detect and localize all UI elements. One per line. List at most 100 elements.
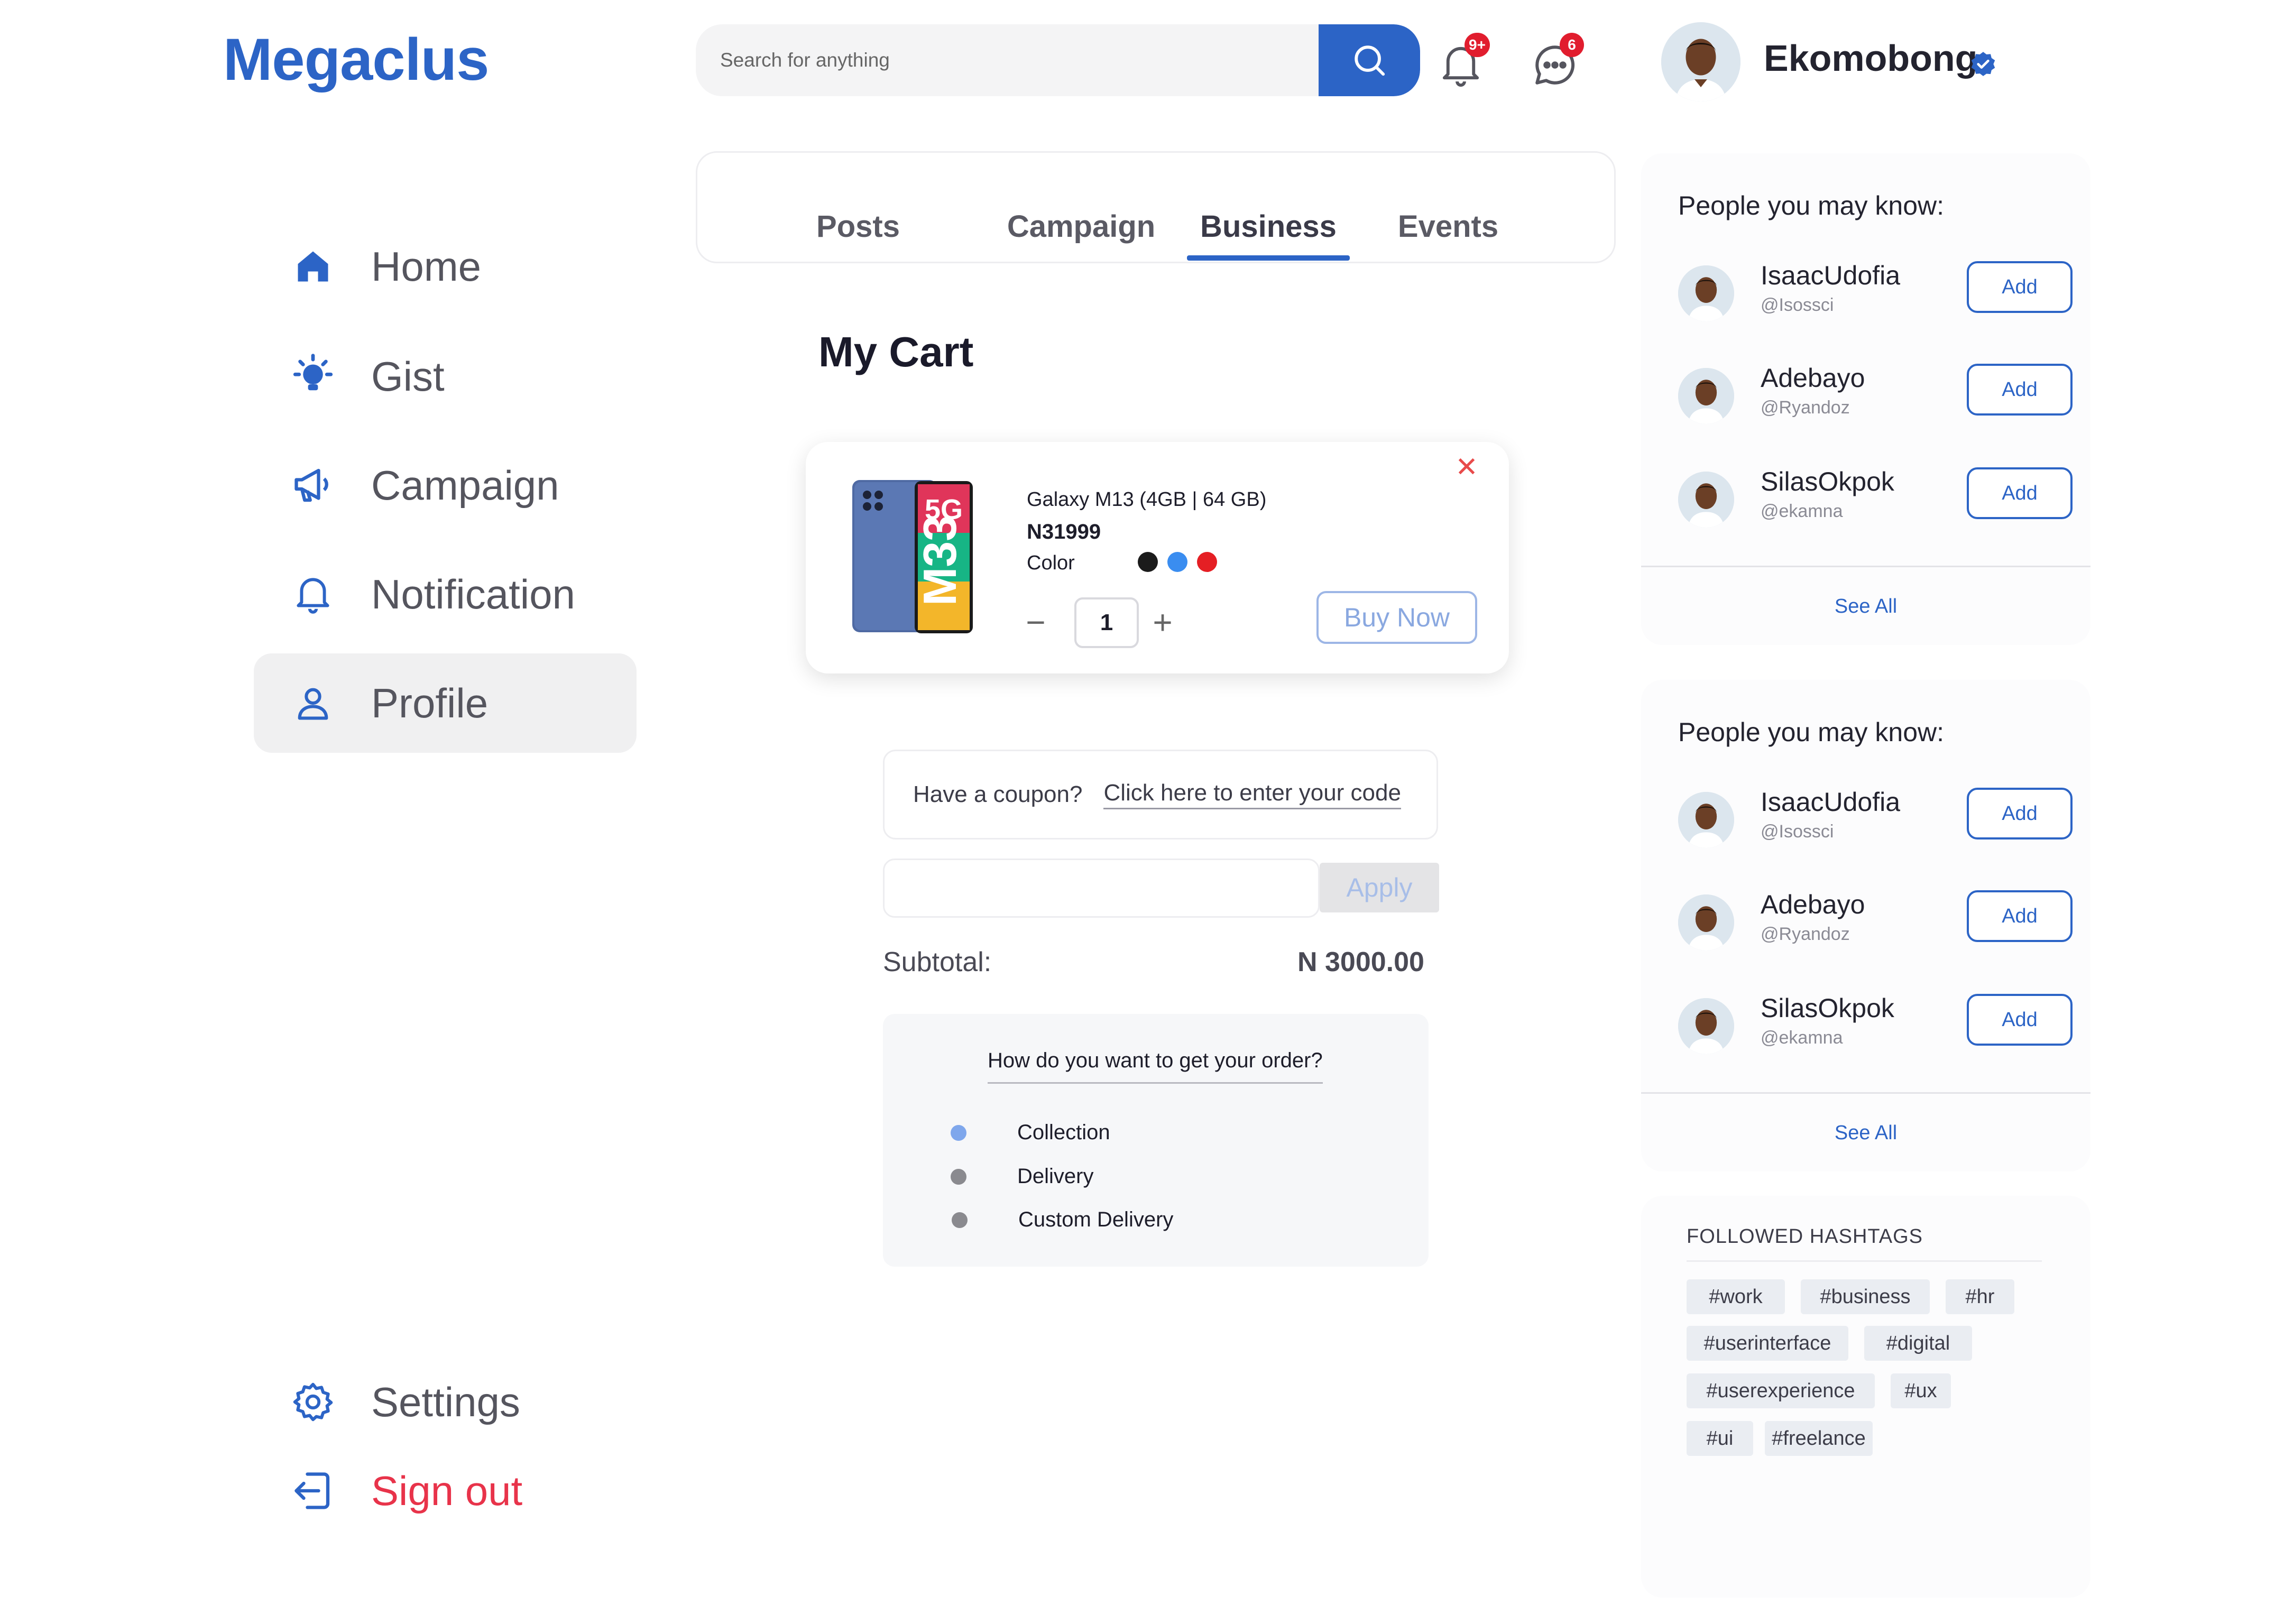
person-avatar[interactable] xyxy=(1678,998,1734,1054)
remove-item-icon[interactable]: ✕ xyxy=(1451,451,1482,483)
search-input[interactable] xyxy=(719,24,1253,96)
sidebar-item-campaign[interactable]: Campaign xyxy=(254,436,637,535)
person-name[interactable]: IsaacUdofia xyxy=(1761,787,1900,817)
delivery-option-delivery[interactable]: Delivery xyxy=(951,1165,1093,1188)
add-friend-button[interactable]: Add xyxy=(1967,467,2073,519)
hashtag-chip[interactable]: #work xyxy=(1687,1279,1785,1314)
radio-dot xyxy=(951,1124,966,1141)
bell-icon xyxy=(287,568,339,621)
suggested-person: IsaacUdofia @Isossci Add xyxy=(1678,787,2073,850)
hashtag-chip[interactable]: #ui xyxy=(1687,1421,1753,1456)
add-friend-button[interactable]: Add xyxy=(1967,261,2073,313)
hashtags-divider xyxy=(1687,1260,2042,1262)
subtotal-value: N 3000.00 xyxy=(1297,947,1424,977)
messages-button[interactable]: 6 xyxy=(1526,33,1584,94)
delivery-option-collection[interactable]: Collection xyxy=(951,1121,1110,1145)
sign-out-icon xyxy=(287,1464,339,1517)
person-avatar[interactable] xyxy=(1678,368,1734,424)
notifications-button[interactable]: 9+ xyxy=(1432,33,1490,94)
person-name[interactable]: SilasOkpok xyxy=(1761,466,1894,497)
panel-divider xyxy=(1641,1092,2090,1094)
tab-events[interactable]: Events xyxy=(1398,209,1498,244)
radio-dot xyxy=(952,1212,968,1228)
delivery-question: How do you want to get your order? xyxy=(988,1049,1323,1084)
delivery-option-custom[interactable]: Custom Delivery xyxy=(952,1208,1173,1232)
sidebar-item-gist[interactable]: Gist xyxy=(254,327,637,426)
person-name[interactable]: Adebayo xyxy=(1761,889,1865,920)
person-name[interactable]: IsaacUdofia xyxy=(1761,260,1900,291)
hashtag-chip[interactable]: #hr xyxy=(1946,1279,2014,1314)
search-icon xyxy=(1355,45,1385,76)
search-button[interactable] xyxy=(1319,24,1420,96)
decrease-quantity-button[interactable]: − xyxy=(1017,604,1054,641)
sidebar-item-settings[interactable]: Settings xyxy=(254,1352,637,1452)
panel-title: People you may know: xyxy=(1678,717,1945,747)
coupon-code-input[interactable] xyxy=(883,859,1320,918)
suggested-person: Adebayo @Ryandoz Add xyxy=(1678,363,2073,426)
user-icon xyxy=(287,677,339,730)
sidebar-item-label: Gist xyxy=(371,353,445,400)
product-name: Galaxy M13 (4GB | 64 GB) xyxy=(1027,488,1267,511)
sidebar-item-label: Campaign xyxy=(371,462,559,509)
person-handle: @ekamna xyxy=(1761,1028,1843,1048)
product-price: N31999 xyxy=(1027,520,1101,543)
person-handle: @Ryandoz xyxy=(1761,924,1850,944)
increase-quantity-button[interactable]: + xyxy=(1144,604,1181,641)
buy-now-button[interactable]: Buy Now xyxy=(1316,591,1477,644)
hashtag-chip[interactable]: #userexperience xyxy=(1687,1373,1875,1408)
person-avatar[interactable] xyxy=(1678,792,1734,848)
messages-badge: 6 xyxy=(1560,33,1584,57)
subtotal-label: Subtotal: xyxy=(883,947,992,977)
color-swatch-red[interactable] xyxy=(1197,552,1217,572)
notifications-badge: 9+ xyxy=(1465,33,1490,57)
person-avatar[interactable] xyxy=(1678,265,1734,321)
person-handle: @Isossci xyxy=(1761,295,1834,315)
sidebar-item-home[interactable]: Home xyxy=(254,217,637,316)
add-friend-button[interactable]: Add xyxy=(1967,890,2073,942)
add-friend-button[interactable]: Add xyxy=(1967,994,2073,1046)
people-suggestions-panel: People you may know: IsaacUdofia @Isossc… xyxy=(1641,153,2090,645)
sidebar-item-profile[interactable]: Profile xyxy=(254,653,637,753)
person-name[interactable]: SilasOkpok xyxy=(1761,993,1894,1023)
tab-campaign[interactable]: Campaign xyxy=(1007,209,1155,244)
person-handle: @Isossci xyxy=(1761,822,1834,842)
content-tabs: Posts Campaign Business Events xyxy=(696,151,1616,263)
apply-coupon-button[interactable]: Apply xyxy=(1320,863,1439,912)
color-swatch-black[interactable] xyxy=(1138,552,1158,572)
phone-model-text: M33 xyxy=(914,515,966,606)
page-title: My Cart xyxy=(818,328,974,375)
see-all-link[interactable]: See All xyxy=(1641,1122,2090,1145)
hashtag-chip[interactable]: #userinterface xyxy=(1687,1326,1848,1361)
avatar-image xyxy=(1661,22,1740,102)
person-avatar[interactable] xyxy=(1678,472,1734,528)
person-name[interactable]: Adebayo xyxy=(1761,363,1865,393)
enter-coupon-link[interactable]: Click here to enter your code xyxy=(1103,780,1401,809)
hashtag-chip[interactable]: #ux xyxy=(1891,1373,1951,1408)
user-avatar[interactable] xyxy=(1661,22,1740,102)
sidebar-item-label: Sign out xyxy=(371,1467,523,1514)
suggested-person: SilasOkpok @ekamna Add xyxy=(1678,466,2073,530)
add-friend-button[interactable]: Add xyxy=(1967,364,2073,416)
tab-posts[interactable]: Posts xyxy=(816,209,900,244)
add-friend-button[interactable]: Add xyxy=(1967,788,2073,839)
hashtag-chip[interactable]: #business xyxy=(1801,1279,1930,1314)
sidebar-item-notification[interactable]: Notification xyxy=(254,545,637,644)
active-tab-indicator xyxy=(1187,255,1350,261)
tab-business[interactable]: Business xyxy=(1200,209,1337,244)
delivery-option-label: Custom Delivery xyxy=(1018,1208,1174,1231)
app-logo[interactable]: Megaclus xyxy=(223,25,489,94)
hashtag-chip[interactable]: #digital xyxy=(1864,1326,1972,1361)
megaphone-icon xyxy=(287,459,339,512)
lightbulb-icon xyxy=(287,350,339,403)
color-swatch-blue[interactable] xyxy=(1167,552,1187,572)
quantity-input[interactable]: 1 xyxy=(1074,597,1139,648)
panel-title: People you may know: xyxy=(1678,191,1945,220)
product-image: 5G M33 xyxy=(851,479,975,635)
cart-item-card: 5G M33 Galaxy M13 (4GB | 64 GB) N31999 C… xyxy=(806,442,1509,673)
coupon-prompt: Have a coupon? Click here to enter your … xyxy=(883,750,1438,839)
hashtag-chip[interactable]: #freelance xyxy=(1765,1421,1873,1456)
person-avatar[interactable] xyxy=(1678,894,1734,951)
see-all-link[interactable]: See All xyxy=(1641,595,2090,618)
user-name[interactable]: Ekomobong xyxy=(1764,37,1977,79)
sign-out-button[interactable]: Sign out xyxy=(254,1441,637,1540)
